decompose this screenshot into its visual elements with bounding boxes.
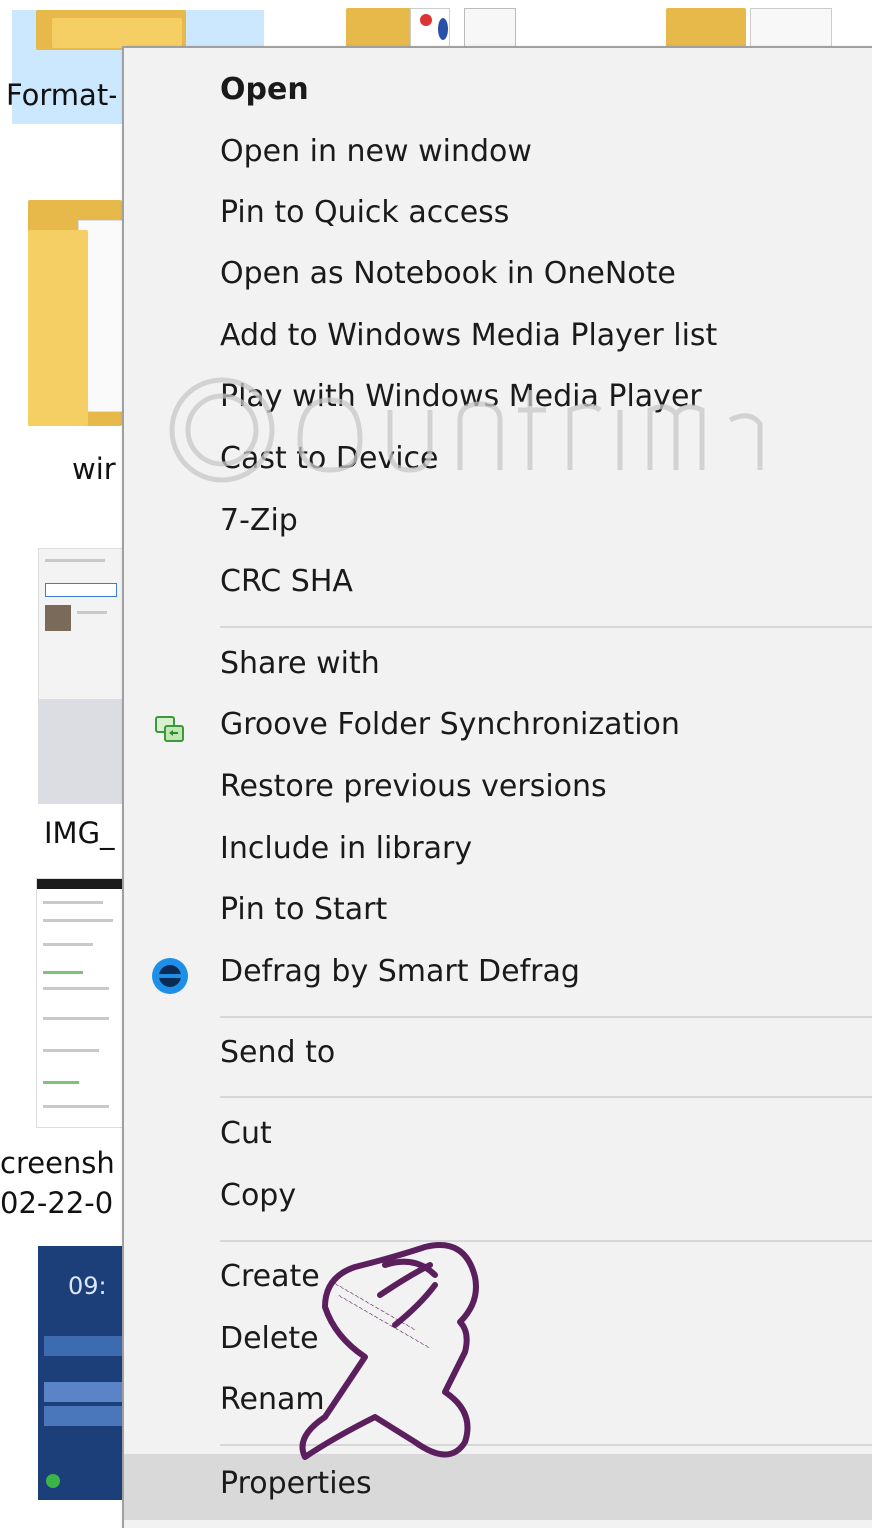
- menu-item-label: Open as Notebook in OneNote: [220, 256, 676, 291]
- folder-label: Format-: [6, 78, 116, 112]
- image-thumbnail[interactable]: 09:: [38, 1246, 122, 1500]
- menu-item-label: CRC SHA: [220, 564, 353, 599]
- menu-item-groove-folder-sync[interactable]: Groove Folder Synchronization: [124, 699, 872, 759]
- menu-item-include-in-library[interactable]: Include in library: [124, 823, 872, 883]
- menu-item-cast-to-device[interactable]: Cast to Device: [124, 433, 872, 493]
- image-thumbnail[interactable]: [38, 548, 124, 804]
- menu-item-restore-previous-versions[interactable]: Restore previous versions: [124, 761, 872, 821]
- folder-icon[interactable]: [346, 8, 516, 50]
- menu-item-pin-to-start[interactable]: Pin to Start: [124, 884, 872, 944]
- menu-item-7zip[interactable]: 7-Zip: [124, 495, 872, 555]
- menu-item-label: Groove Folder Synchronization: [220, 707, 680, 742]
- menu-item-label: 7-Zip: [220, 503, 298, 538]
- menu-item-share-with[interactable]: Share with: [124, 638, 872, 698]
- menu-item-open-as-notebook[interactable]: Open as Notebook in OneNote: [124, 248, 872, 308]
- menu-item-open-in-new-window[interactable]: Open in new window: [124, 126, 872, 186]
- image-thumbnail[interactable]: [36, 878, 124, 1128]
- menu-item-label: Cut: [220, 1116, 272, 1151]
- menu-item-label: Add to Windows Media Player list: [220, 318, 718, 353]
- pointing-hand-icon: ~~~~~~~~~~~~~~~~ ~~~~~~~~~~~~~~~~~~: [299, 1242, 479, 1460]
- folder-label: wir: [72, 452, 116, 486]
- image-label: creensh: [0, 1146, 115, 1180]
- menu-item-label: Properties: [220, 1466, 372, 1501]
- menu-item-play-with-wmp[interactable]: Play with Windows Media Player: [124, 371, 872, 431]
- menu-item-label: Pin to Start: [220, 892, 388, 927]
- menu-item-copy[interactable]: Copy: [124, 1170, 872, 1230]
- menu-item-add-to-wmp-list[interactable]: Add to Windows Media Player list: [124, 310, 872, 370]
- folder-icon[interactable]: [666, 8, 836, 50]
- menu-item-label: Defrag by Smart Defrag: [220, 954, 580, 989]
- menu-item-label: Pin to Quick access: [220, 195, 510, 230]
- menu-separator: [220, 626, 872, 628]
- menu-item-label: Play with Windows Media Player: [220, 379, 702, 414]
- menu-item-defrag-smart-defrag[interactable]: Defrag by Smart Defrag: [124, 946, 872, 1006]
- image-label: IMG_: [44, 816, 115, 850]
- menu-separator: [220, 1016, 872, 1018]
- menu-item-label: Open: [220, 72, 309, 107]
- menu-item-cut[interactable]: Cut: [124, 1108, 872, 1168]
- groove-sync-icon: [152, 711, 188, 747]
- menu-item-pin-to-quick-access[interactable]: Pin to Quick access: [124, 187, 872, 247]
- menu-item-label: Share with: [220, 646, 380, 681]
- menu-item-open[interactable]: Open: [124, 64, 872, 124]
- image-label: 02-22-0: [0, 1186, 114, 1220]
- smart-defrag-icon: [150, 956, 190, 996]
- menu-item-label: Copy: [220, 1178, 297, 1213]
- menu-item-crc-sha[interactable]: CRC SHA: [124, 556, 872, 616]
- menu-item-label: Include in library: [220, 831, 473, 866]
- menu-item-label: Send to: [220, 1035, 336, 1070]
- menu-item-label: Open in new window: [220, 134, 532, 169]
- menu-item-label: Restore previous versions: [220, 769, 607, 804]
- svg-text:~~~~~~~~~~~~~~~~: ~~~~~~~~~~~~~~~~: [332, 1280, 417, 1334]
- menu-separator: [220, 1096, 872, 1098]
- menu-item-label: Cast to Device: [220, 441, 439, 476]
- folder-icon[interactable]: [28, 200, 130, 430]
- menu-item-send-to[interactable]: Send to: [124, 1027, 872, 1087]
